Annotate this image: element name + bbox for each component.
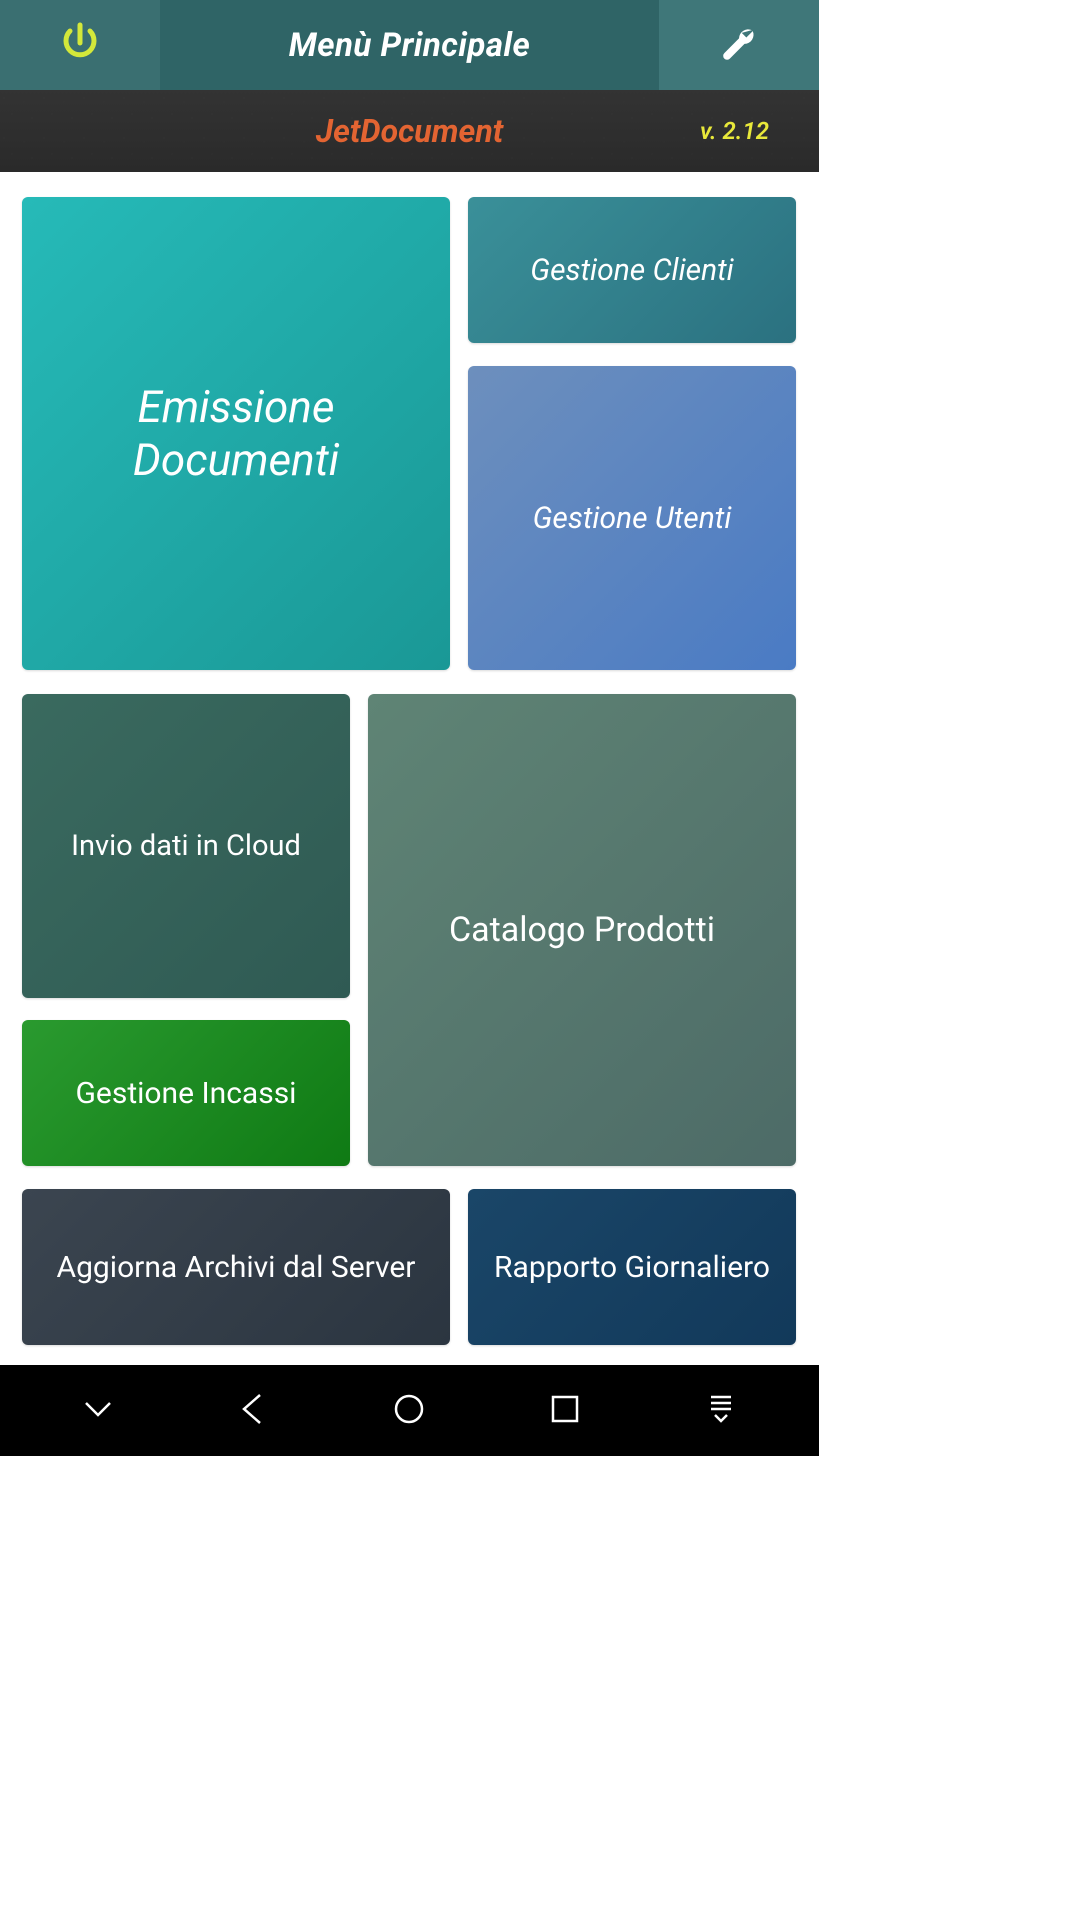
tile-gestione-incassi[interactable]: Gestione Incassi (22, 1020, 350, 1166)
nav-home-button[interactable] (381, 1383, 437, 1439)
tile-rapporto-giornaliero[interactable]: Rapporto Giornaliero (468, 1189, 796, 1345)
tile-aggiorna-archivi[interactable]: Aggiorna Archivi dal Server (22, 1189, 450, 1345)
app-version: v. 2.12 (700, 117, 769, 145)
main-grid: Emissione Documenti Gestione Clienti Ges… (0, 172, 819, 1365)
tile-label: Gestione Clienti (530, 253, 734, 288)
tile-label: Invio dati in Cloud (71, 829, 301, 863)
settings-button[interactable] (659, 0, 819, 90)
back-icon (234, 1389, 274, 1433)
app-name: JetDocument (316, 112, 503, 150)
home-icon (389, 1389, 429, 1433)
recent-icon (545, 1389, 585, 1433)
app-bar: Menù Principale (0, 0, 819, 90)
app-bar-center: Menù Principale (160, 0, 659, 90)
download-icon (701, 1389, 741, 1433)
tile-gestione-clienti[interactable]: Gestione Clienti (468, 197, 796, 343)
sub-header: JetDocument v. 2.12 (0, 90, 819, 172)
tile-emissione-documenti[interactable]: Emissione Documenti (22, 197, 450, 670)
system-nav-bar (0, 1365, 819, 1456)
tile-label: Catalogo Prodotti (449, 910, 715, 950)
tile-label: Gestione Incassi (76, 1076, 297, 1111)
chevron-down-icon (78, 1389, 118, 1433)
tile-label: Rapporto Giornaliero (494, 1248, 770, 1287)
tile-label: Gestione Utenti (533, 501, 732, 536)
nav-collapse-button[interactable] (70, 1383, 126, 1439)
page-title: Menù Principale (289, 26, 531, 65)
wrench-icon (717, 21, 761, 69)
power-button[interactable] (0, 0, 160, 90)
nav-back-button[interactable] (226, 1383, 282, 1439)
tile-label: Emissione Documenti (34, 381, 438, 487)
tile-label: Aggiorna Archivi dal Server (57, 1248, 416, 1287)
tile-catalogo-prodotti[interactable]: Catalogo Prodotti (368, 694, 796, 1166)
nav-recent-button[interactable] (537, 1383, 593, 1439)
nav-download-button[interactable] (693, 1383, 749, 1439)
tile-invio-cloud[interactable]: Invio dati in Cloud (22, 694, 350, 998)
tile-gestione-utenti[interactable]: Gestione Utenti (468, 366, 796, 670)
power-icon (56, 19, 104, 71)
